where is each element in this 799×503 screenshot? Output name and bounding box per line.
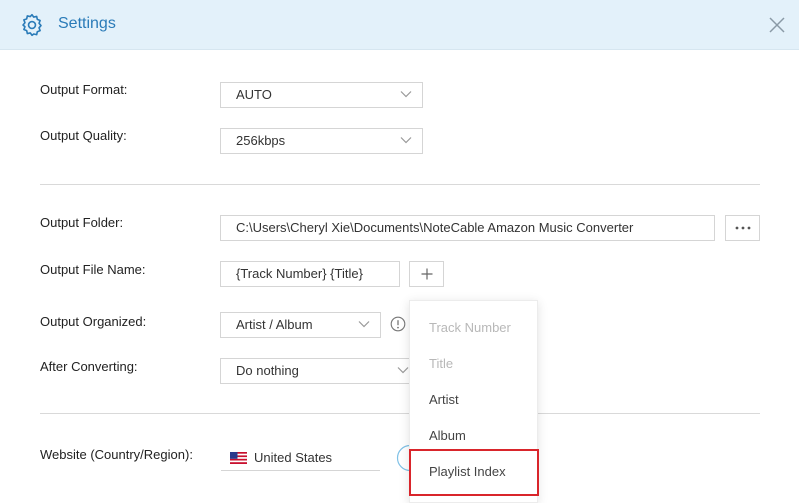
close-icon[interactable]: [767, 15, 787, 35]
more-dots-icon: [735, 226, 751, 230]
section-divider: [40, 184, 760, 185]
chevron-down-icon: [400, 137, 412, 144]
section-divider: [40, 413, 760, 414]
output-folder-field[interactable]: C:\Users\Cheryl Xie\Documents\NoteCable …: [220, 215, 715, 241]
output-quality-label: Output Quality:: [40, 128, 127, 143]
website-select[interactable]: United States: [221, 444, 380, 471]
dropdown-item-playlist-index[interactable]: Playlist Index: [410, 454, 539, 490]
info-icon[interactable]: [390, 316, 406, 332]
output-format-select[interactable]: AUTO: [220, 82, 423, 108]
title-bar: Settings: [0, 0, 799, 50]
output-organized-select[interactable]: Artist / Album: [220, 312, 381, 338]
plus-icon: [421, 268, 433, 280]
dropdown-item-track-number: Track Number: [429, 320, 511, 335]
add-filename-tag-button[interactable]: [409, 261, 444, 287]
chevron-down-icon: [358, 321, 370, 328]
chevron-down-icon: [397, 367, 409, 374]
output-organized-label: Output Organized:: [40, 314, 147, 329]
output-format-label: Output Format:: [40, 82, 128, 97]
output-format-value: AUTO: [236, 87, 272, 102]
output-organized-value: Artist / Album: [236, 317, 313, 332]
output-folder-label: Output Folder:: [40, 215, 124, 230]
after-converting-label: After Converting:: [40, 359, 138, 374]
after-converting-value: Do nothing: [236, 363, 299, 378]
output-file-name-label: Output File Name:: [40, 262, 146, 277]
filename-tag-dropdown: Track Number Title Artist Album Playlist…: [409, 300, 538, 503]
dropdown-item-artist[interactable]: Artist: [410, 382, 539, 418]
output-quality-select[interactable]: 256kbps: [220, 128, 423, 154]
website-label: Website (Country/Region):: [40, 447, 193, 462]
dropdown-item-title: Title: [429, 356, 454, 371]
dialog-title: Settings: [58, 15, 116, 32]
output-quality-value: 256kbps: [236, 133, 286, 148]
after-converting-select[interactable]: Do nothing: [220, 358, 420, 384]
us-flag-icon: [230, 452, 247, 464]
chevron-down-icon: [400, 91, 412, 98]
website-value: United States: [254, 450, 333, 465]
output-file-name-field[interactable]: {Track Number} {Title}: [220, 261, 400, 287]
browse-folder-button[interactable]: [725, 215, 760, 241]
gear-icon: [22, 13, 42, 37]
dropdown-item-album[interactable]: Album: [410, 418, 539, 454]
